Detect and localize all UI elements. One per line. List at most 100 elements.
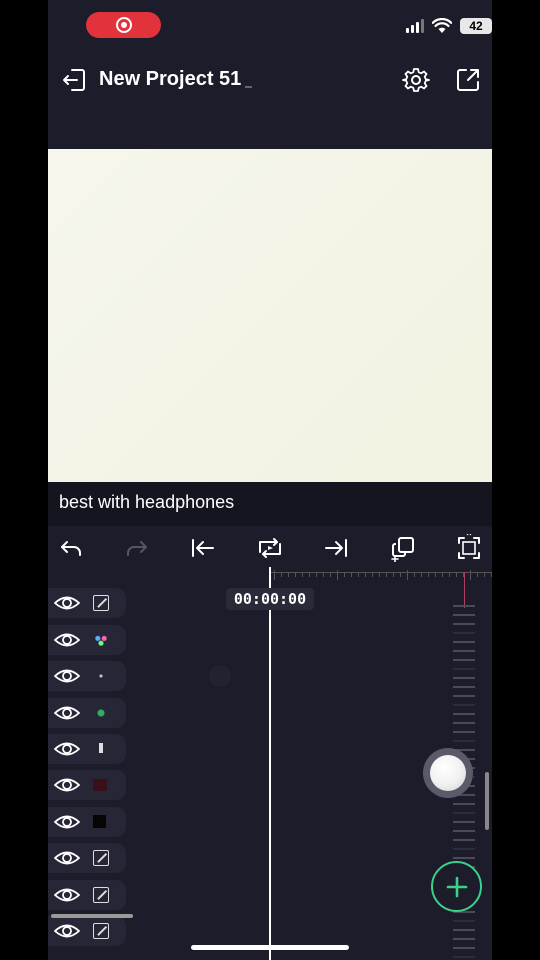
timeline-tick [453, 677, 475, 679]
eye-icon[interactable] [53, 775, 81, 795]
subtitle-bar: best with headphones [48, 482, 492, 526]
layer-thumbnail [93, 705, 109, 721]
timeline-tick [453, 668, 475, 670]
fullscreen-button[interactable] [455, 532, 483, 562]
layer-list [48, 588, 128, 960]
eye-icon[interactable] [53, 666, 81, 686]
ruler-tick [344, 572, 345, 577]
layer-thumbnail [93, 595, 109, 611]
eye-icon[interactable] [53, 703, 81, 723]
layer-row[interactable] [48, 770, 126, 800]
add-layer-button[interactable] [431, 861, 482, 912]
ruler-tick [428, 572, 429, 577]
layer-row[interactable] [48, 880, 126, 910]
eye-icon[interactable] [53, 885, 81, 905]
playhead[interactable] [269, 567, 271, 960]
ruler-tick [414, 572, 415, 577]
timeline-tick [453, 722, 475, 724]
battery-indicator: 42 [460, 18, 492, 34]
layer-thumbnail [93, 815, 106, 828]
timeline-tick [453, 929, 475, 931]
layer-thumbnail [93, 779, 107, 791]
ruler-tick [337, 570, 338, 580]
timeline-tick [453, 938, 475, 940]
eye-icon[interactable] [53, 812, 81, 832]
fullscreen-icon [458, 532, 480, 559]
layer-row[interactable] [48, 698, 126, 728]
timeline-tick [453, 839, 475, 841]
timeline-tick [453, 740, 475, 742]
ruler-tick [421, 572, 422, 577]
timeline-tick [453, 920, 475, 922]
layer-thumbnail [93, 632, 109, 648]
timeline-tick [453, 650, 475, 652]
share-button[interactable] [454, 66, 482, 94]
layer-row[interactable] [48, 916, 126, 946]
duplicate-button[interactable] [389, 534, 417, 563]
layer-row[interactable] [48, 588, 126, 618]
eye-icon[interactable] [53, 739, 81, 759]
canvas-preview[interactable] [48, 149, 492, 482]
layer-row[interactable] [48, 625, 126, 655]
horizontal-scroll-indicator[interactable] [51, 914, 133, 918]
screen-record-indicator[interactable] [86, 12, 161, 38]
timeline-tick [453, 830, 475, 832]
layer-row[interactable] [48, 807, 126, 837]
layer-thumbnail [93, 850, 109, 866]
redo-icon [127, 541, 147, 556]
timeline-tick [453, 605, 475, 607]
ruler-tick [372, 572, 373, 577]
ruler-tick [484, 572, 485, 577]
app-screen: 42 New Project 51 best with headphones 0… [48, 0, 492, 960]
timeline-anchor-dot [209, 665, 231, 687]
timeline-ruler[interactable] [270, 568, 492, 580]
timeline-tick [453, 614, 475, 616]
layer-thumbnail [93, 741, 109, 757]
layer-thumbnail [93, 668, 109, 684]
ruler-tick [400, 572, 401, 577]
ruler-tick [358, 572, 359, 577]
ruler-tick [470, 570, 471, 580]
timeline-tick [453, 704, 475, 706]
timeline-tick [453, 956, 475, 958]
timeline-tick [453, 695, 475, 697]
vertical-scroll-indicator[interactable] [485, 772, 489, 830]
wifi-icon [432, 18, 452, 33]
ruler-tick [491, 572, 492, 577]
undo-button[interactable] [57, 534, 85, 562]
ruler-tick [477, 572, 478, 577]
skip-to-start-icon [192, 539, 214, 557]
redo-button[interactable] [123, 534, 151, 562]
skip-to-end-icon [325, 539, 347, 557]
title-edit-underline [245, 86, 252, 88]
ruler-tick [295, 572, 296, 577]
subtitle-text: best with headphones [59, 492, 235, 512]
share-icon [457, 69, 479, 91]
eye-icon[interactable] [53, 848, 81, 868]
jump-to-start-button[interactable] [189, 534, 217, 562]
ruler-tick [449, 572, 450, 577]
timeline-tick [453, 731, 475, 733]
undo-icon [61, 541, 81, 556]
layer-row[interactable] [48, 734, 126, 764]
timeline-tick [453, 686, 475, 688]
eye-icon[interactable] [53, 630, 81, 650]
assistive-touch-button[interactable] [423, 748, 473, 798]
layer-row[interactable] [48, 843, 126, 873]
exit-button[interactable] [60, 66, 88, 94]
settings-button[interactable] [402, 66, 430, 94]
time-readout: 00:00:00 [226, 588, 314, 610]
home-indicator[interactable] [191, 945, 349, 950]
screen-record-icon [115, 17, 132, 33]
jump-to-end-button[interactable] [322, 534, 350, 562]
loop-button[interactable] [256, 534, 284, 562]
layer-row[interactable] [48, 661, 126, 691]
eye-icon[interactable] [53, 921, 81, 941]
ruler-tick [302, 572, 303, 577]
timeline-tick [453, 812, 475, 814]
right-letterbox [492, 0, 540, 960]
ruler-tick [309, 572, 310, 577]
eye-icon[interactable] [53, 593, 81, 613]
cellular-signal-icon [406, 19, 424, 33]
project-title[interactable]: New Project 51 [99, 68, 241, 91]
